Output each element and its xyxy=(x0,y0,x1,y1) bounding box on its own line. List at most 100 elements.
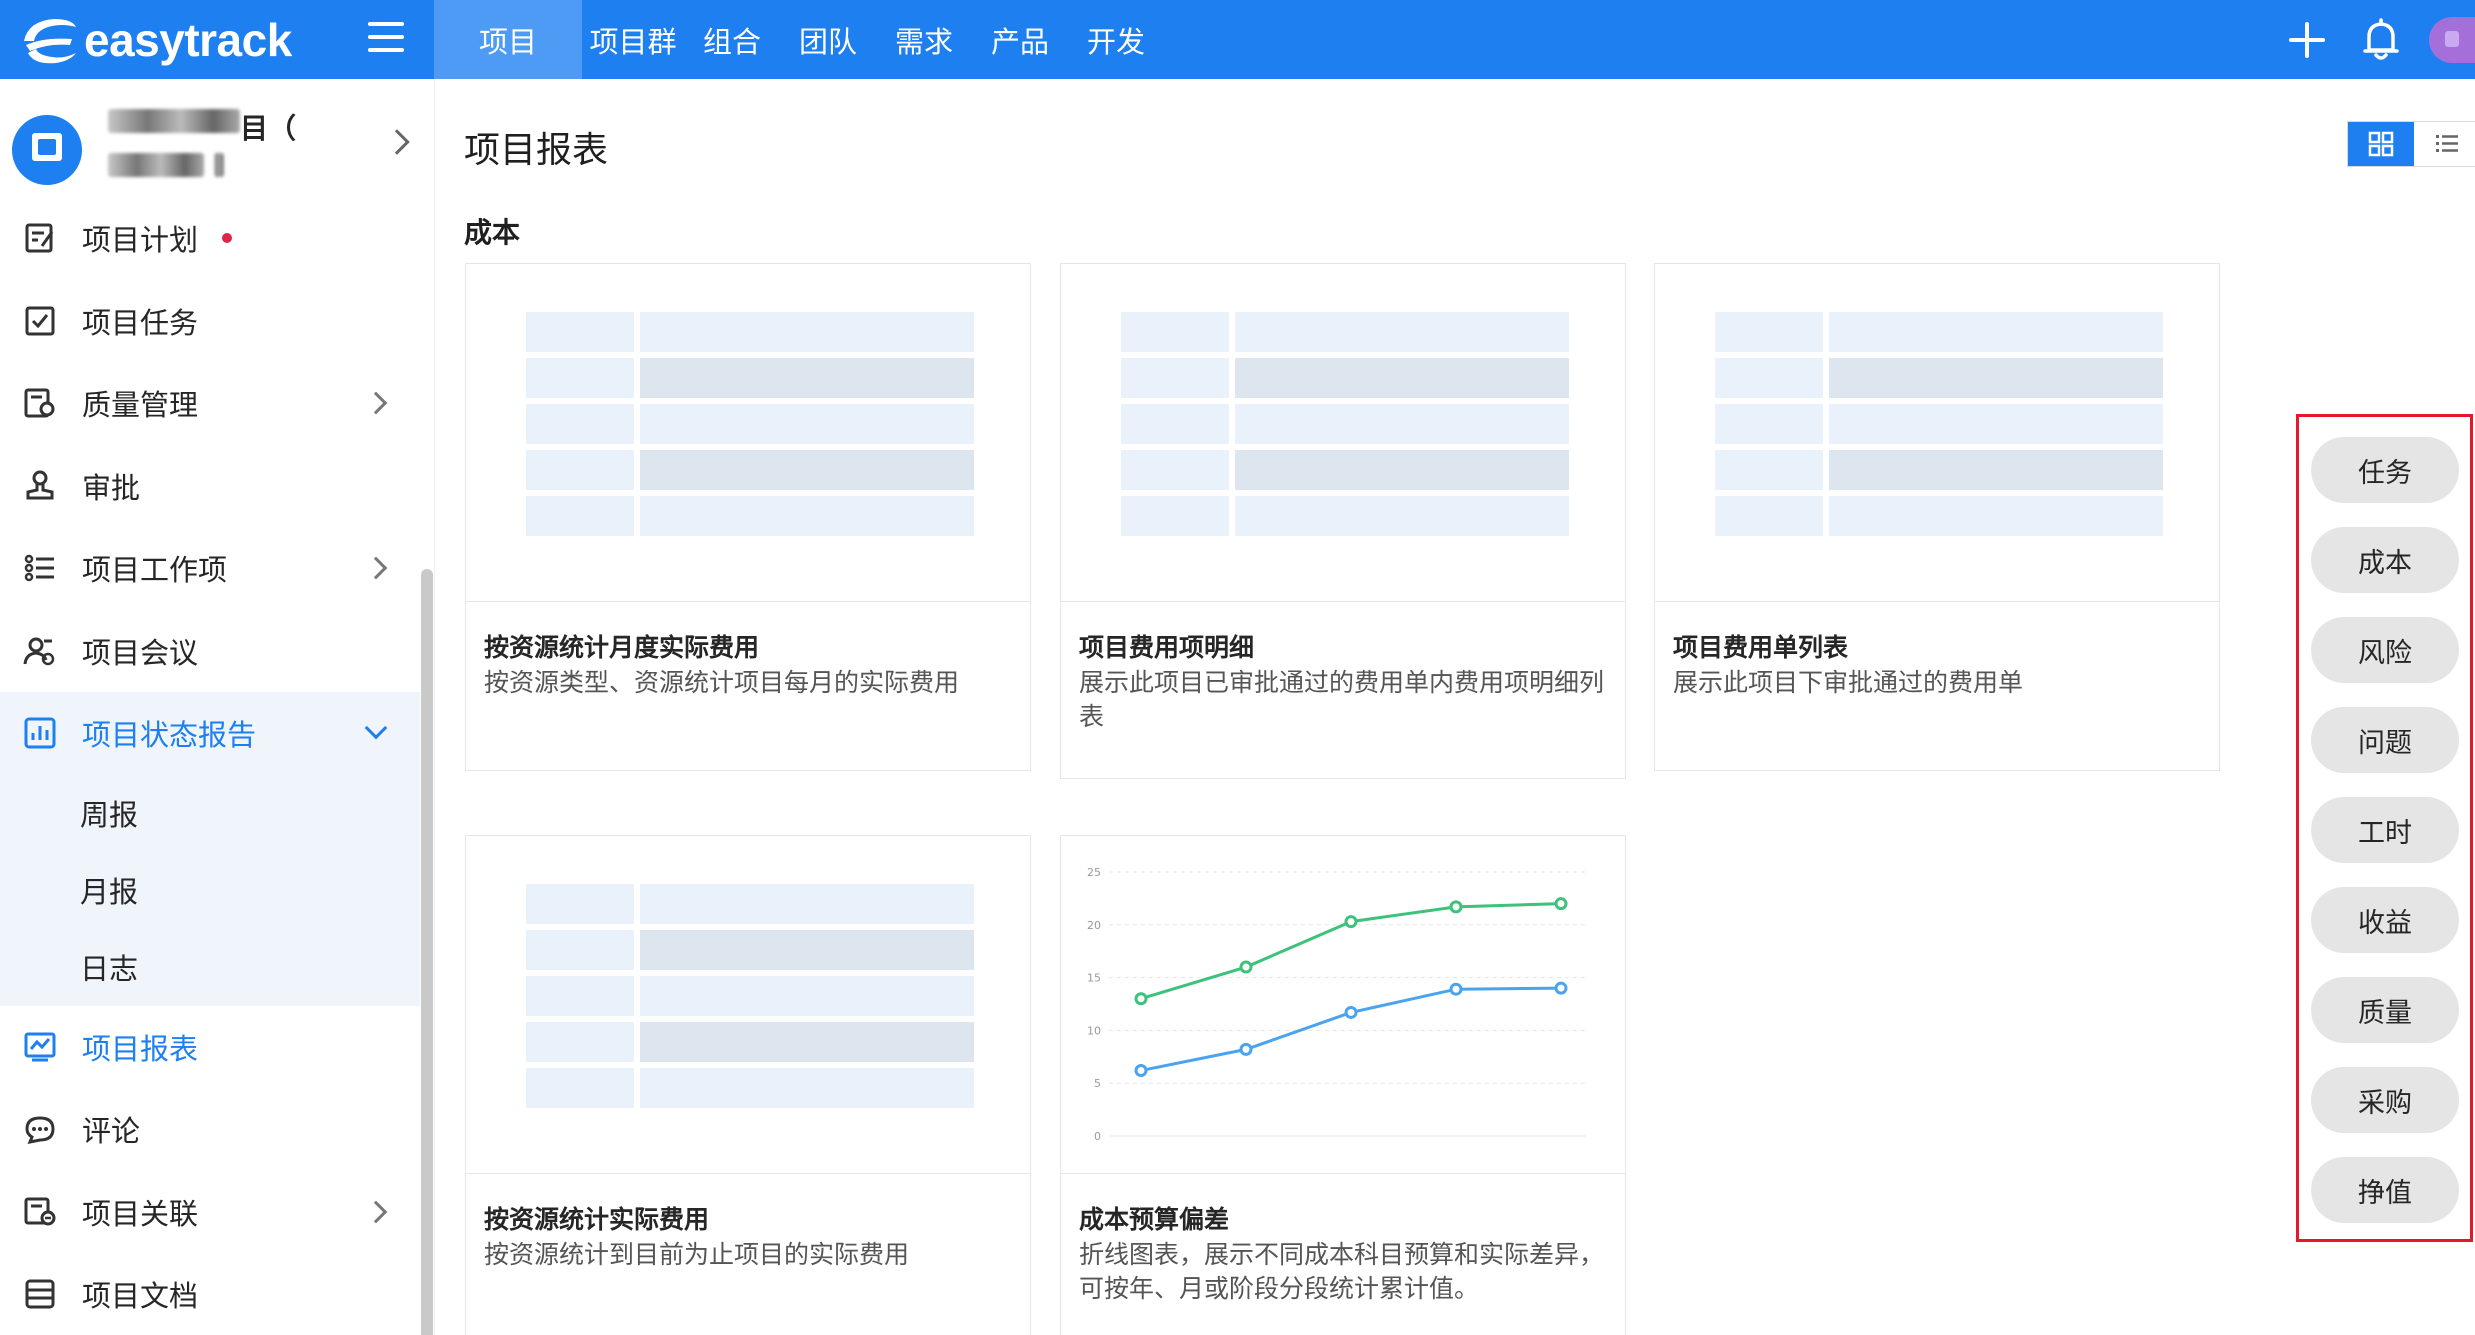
report-chart-icon xyxy=(24,717,56,749)
chevron-right-icon xyxy=(364,1200,388,1223)
sidebar-item-meetings[interactable]: 项目会议 xyxy=(0,610,420,693)
main-nav: 项目 项目群 组合 团队 需求 产品 开发 xyxy=(434,0,1164,79)
meeting-icon xyxy=(23,637,55,665)
report-card[interactable]: 项目费用单列表 展示此项目下审批通过的费用单 xyxy=(1654,263,2220,771)
sidebar-item-documents[interactable]: 项目文档 xyxy=(0,1253,420,1335)
category-tasks-button[interactable]: 任务 xyxy=(2311,437,2459,503)
nav-item-program[interactable]: 项目群 xyxy=(582,0,684,79)
project-sidebar: 目（ 项目计划 项目任务 质量管理 审批 项目工作项 项目会议 项目状态报告 周… xyxy=(0,79,435,1335)
y-tick-label: 20 xyxy=(1087,919,1101,932)
sidebar-item-relations[interactable]: 项目关联 xyxy=(0,1171,420,1254)
sidebar-item-work-items[interactable]: 项目工作项 xyxy=(0,527,420,610)
nav-item-product[interactable]: 产品 xyxy=(972,0,1068,79)
sidebar-subitem-monthly[interactable]: 月报 xyxy=(0,852,420,929)
category-earned-value-button[interactable]: 挣值 xyxy=(2311,1157,2459,1223)
data-point xyxy=(1344,915,1358,929)
menu-toggle-icon[interactable] xyxy=(368,22,404,52)
card-title: 项目费用单列表 xyxy=(1673,633,1849,662)
line-chart-icon xyxy=(24,1032,56,1062)
y-tick-label: 10 xyxy=(1087,1024,1101,1037)
report-card[interactable]: 项目费用项明细 展示此项目已审批通过的费用单内费用项明细列表 xyxy=(1060,263,1626,779)
y-tick-label: 25 xyxy=(1087,866,1101,879)
sidebar-item-comments[interactable]: 评论 xyxy=(0,1088,420,1171)
cost-budget-line-chart: 0 5 10 15 20 25 xyxy=(1087,866,1586,1143)
chevron-right-icon xyxy=(364,391,388,415)
nav-item-portfolio[interactable]: 组合 xyxy=(684,0,780,79)
sidebar-item-tasks[interactable]: 项目任务 xyxy=(0,280,420,363)
sidebar-item-quality[interactable]: 质量管理 xyxy=(0,362,420,445)
y-tick-label: 15 xyxy=(1087,972,1101,985)
report-card[interactable]: 按资源统计月度实际费用 按资源类型、资源统计项目每月的实际费用 xyxy=(465,263,1031,771)
table-thumbnail xyxy=(466,836,1030,1174)
sidebar-subitem-weekly[interactable]: 周报 xyxy=(0,775,420,852)
data-point xyxy=(1554,897,1568,911)
grid-view-button[interactable] xyxy=(2348,122,2414,166)
plan-icon xyxy=(25,223,54,253)
category-risk-button[interactable]: 风险 xyxy=(2311,617,2459,683)
category-issue-button[interactable]: 问题 xyxy=(2311,707,2459,773)
card-description: 展示此项目下审批通过的费用单 xyxy=(1673,668,2024,697)
user-avatar[interactable] xyxy=(2429,16,2475,63)
project-avatar-icon xyxy=(12,115,82,185)
link-icon xyxy=(24,1197,56,1226)
chevron-right-icon[interactable] xyxy=(384,129,410,155)
card-description: 折线图表，展示不同成本科目预算和实际差异，可按年、月或阶段分段统计累计值。 xyxy=(1079,1240,1605,1303)
sidebar-item-status-report[interactable]: 项目状态报告 xyxy=(0,692,420,775)
table-thumbnail xyxy=(1061,264,1625,602)
nav-item-development[interactable]: 开发 xyxy=(1068,0,1164,79)
unread-dot xyxy=(222,233,233,244)
section-title: 成本 xyxy=(464,216,521,249)
list-view-icon xyxy=(2436,135,2458,152)
category-hours-button[interactable]: 工时 xyxy=(2311,797,2459,863)
project-name-suffix: 目（ xyxy=(240,112,297,145)
grid-icon xyxy=(2368,131,2394,157)
card-title: 按资源统计月度实际费用 xyxy=(484,633,760,662)
sidebar-item-reports[interactable]: 项目报表 xyxy=(0,1005,420,1088)
card-description: 按资源类型、资源统计项目每月的实际费用 xyxy=(484,668,960,697)
report-category-panel: 任务 成本 风险 问题 工时 收益 质量 采购 挣值 xyxy=(2296,414,2473,1242)
main-content: 项目报表 成本 按资源统计月度实际费用 按资源类型、资源统计项目每月的实际费用 xyxy=(436,79,2475,1335)
notification-bell-icon[interactable] xyxy=(2361,17,2401,62)
approval-stamp-icon xyxy=(26,470,54,500)
report-card[interactable]: 0 5 10 15 20 25 成本预算偏差 折线图表，展示不同成本科目预算和实际差异，可… xyxy=(1060,835,1626,1335)
report-card[interactable]: 按资源统计实际费用 按资源统计到目前为止项目的实际费用 xyxy=(465,835,1031,1335)
sidebar-item-approval[interactable]: 审批 xyxy=(0,445,420,528)
add-icon[interactable] xyxy=(2287,20,2327,60)
quality-icon xyxy=(24,388,55,418)
data-point xyxy=(1449,900,1463,914)
comment-icon xyxy=(25,1116,55,1145)
view-toggle xyxy=(2347,121,2475,167)
nav-item-team[interactable]: 团队 xyxy=(780,0,876,79)
table-thumbnail xyxy=(1655,264,2219,602)
status-report-submenu: 周报 月报 日志 xyxy=(0,774,420,1006)
data-point xyxy=(1239,960,1253,974)
category-cost-button[interactable]: 成本 xyxy=(2311,527,2459,593)
brand-name: easytrack xyxy=(84,13,292,66)
category-revenue-button[interactable]: 收益 xyxy=(2311,887,2459,953)
y-tick-label: 5 xyxy=(1094,1077,1101,1090)
table-thumbnail xyxy=(466,264,1030,602)
category-quality-button[interactable]: 质量 xyxy=(2311,977,2459,1043)
series-line-1 xyxy=(1140,986,1562,1072)
redacted-project-name xyxy=(108,109,240,133)
redacted-project-code-end xyxy=(214,153,224,177)
data-point xyxy=(1134,992,1148,1006)
logo[interactable]: easytrack xyxy=(0,0,300,79)
redacted-project-code xyxy=(108,153,204,177)
document-icon xyxy=(25,1279,55,1309)
card-description: 按资源统计到目前为止项目的实际费用 xyxy=(484,1240,910,1269)
chart-thumbnail: 0 5 10 15 20 25 xyxy=(1061,836,1625,1174)
project-header[interactable]: 目（ xyxy=(0,79,434,197)
data-point xyxy=(1554,981,1568,995)
sidebar-item-plan[interactable]: 项目计划 xyxy=(0,197,420,280)
nav-item-requirement[interactable]: 需求 xyxy=(876,0,972,79)
top-actions xyxy=(2287,0,2475,79)
category-procurement-button[interactable]: 采购 xyxy=(2311,1067,2459,1133)
chevron-right-icon xyxy=(364,556,388,580)
top-navigation-bar: easytrack 项目 项目群 组合 团队 需求 产品 开发 xyxy=(0,0,2475,79)
card-title: 项目费用项明细 xyxy=(1079,633,1255,662)
sidebar-subitem-log[interactable]: 日志 xyxy=(0,929,420,1006)
sidebar-scrollbar[interactable] xyxy=(421,569,433,1335)
nav-item-project[interactable]: 项目 xyxy=(434,0,582,79)
list-view-button[interactable] xyxy=(2414,122,2475,166)
